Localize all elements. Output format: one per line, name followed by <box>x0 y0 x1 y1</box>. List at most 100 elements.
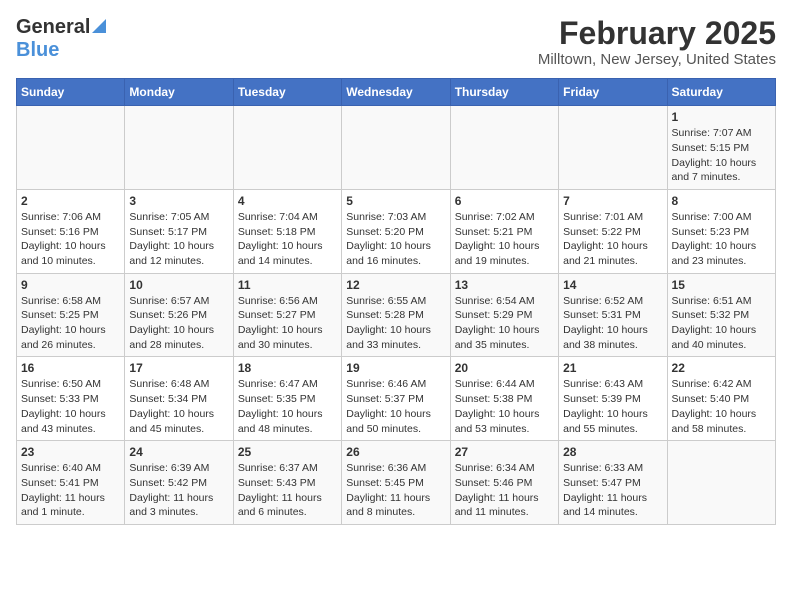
day-number: 3 <box>129 194 228 208</box>
day-number: 2 <box>21 194 120 208</box>
column-header-sunday: Sunday <box>17 79 125 106</box>
day-number: 26 <box>346 445 445 459</box>
calendar-cell: 21Sunrise: 6:43 AM Sunset: 5:39 PM Dayli… <box>559 357 667 441</box>
day-info: Sunrise: 7:00 AM Sunset: 5:23 PM Dayligh… <box>672 210 771 269</box>
calendar-week-5: 23 Sunrise: 6:40 AM Sunset: 5:41 PM Dayli… <box>17 441 776 525</box>
day-info: Sunrise: 6:44 AM Sunset: 5:38 PM Dayligh… <box>455 377 554 436</box>
calendar-cell: 12 Sunrise: 6:55 AM Sunset: 5:28 PM Dayli… <box>342 273 450 357</box>
calendar-table: SundayMondayTuesdayWednesdayThursdayFrid… <box>16 78 776 525</box>
day-number: 25 <box>238 445 337 459</box>
day-info: Sunrise: 7:03 AM Sunset: 5:20 PM Dayligh… <box>346 210 445 269</box>
calendar-cell: 18Sunrise: 6:47 AM Sunset: 5:35 PM Dayli… <box>233 357 341 441</box>
day-info: Sunrise: 6:34 AM Sunset: 5:46 PM Dayligh… <box>455 461 554 520</box>
day-number: 9 <box>21 278 120 292</box>
column-header-wednesday: Wednesday <box>342 79 450 106</box>
calendar-cell: 26 Sunrise: 6:36 AM Sunset: 5:45 PM Dayli… <box>342 441 450 525</box>
column-header-tuesday: Tuesday <box>233 79 341 106</box>
calendar-cell: 20 Sunrise: 6:44 AM Sunset: 5:38 PM Dayli… <box>450 357 558 441</box>
calendar-cell: 10Sunrise: 6:57 AM Sunset: 5:26 PM Dayli… <box>125 273 233 357</box>
day-number: 6 <box>455 194 554 208</box>
day-info: Sunrise: 7:07 AM Sunset: 5:15 PM Dayligh… <box>672 126 771 185</box>
day-number: 19 <box>346 361 445 375</box>
calendar-cell: 7 Sunrise: 7:01 AM Sunset: 5:22 PM Daylig… <box>559 189 667 273</box>
day-info: Sunrise: 7:02 AM Sunset: 5:21 PM Dayligh… <box>455 210 554 269</box>
day-info: Sunrise: 6:46 AM Sunset: 5:37 PM Dayligh… <box>346 377 445 436</box>
calendar-cell: 1Sunrise: 7:07 AM Sunset: 5:15 PM Daylig… <box>667 106 775 190</box>
day-number: 14 <box>563 278 662 292</box>
day-info: Sunrise: 6:40 AM Sunset: 5:41 PM Dayligh… <box>21 461 120 520</box>
day-info: Sunrise: 6:51 AM Sunset: 5:32 PM Dayligh… <box>672 294 771 353</box>
day-info: Sunrise: 6:54 AM Sunset: 5:29 PM Dayligh… <box>455 294 554 353</box>
column-header-monday: Monday <box>125 79 233 106</box>
day-info: Sunrise: 6:52 AM Sunset: 5:31 PM Dayligh… <box>563 294 662 353</box>
calendar-cell: 5 Sunrise: 7:03 AM Sunset: 5:20 PM Daylig… <box>342 189 450 273</box>
calendar-cell: 22 Sunrise: 6:42 AM Sunset: 5:40 PM Dayli… <box>667 357 775 441</box>
day-number: 15 <box>672 278 771 292</box>
calendar-cell: 25 Sunrise: 6:37 AM Sunset: 5:43 PM Dayli… <box>233 441 341 525</box>
calendar-cell: 3 Sunrise: 7:05 AM Sunset: 5:17 PM Daylig… <box>125 189 233 273</box>
logo-triangle-icon <box>92 19 106 38</box>
logo: General Blue <box>16 16 106 62</box>
calendar-cell <box>667 441 775 525</box>
calendar-cell <box>559 106 667 190</box>
day-info: Sunrise: 6:56 AM Sunset: 5:27 PM Dayligh… <box>238 294 337 353</box>
day-info: Sunrise: 7:01 AM Sunset: 5:22 PM Dayligh… <box>563 210 662 269</box>
title-block: February 2025 Milltown, New Jersey, Unit… <box>538 16 776 68</box>
page-header: General Blue February 2025 Milltown, New… <box>16 16 776 68</box>
day-info: Sunrise: 7:05 AM Sunset: 5:17 PM Dayligh… <box>129 210 228 269</box>
day-info: Sunrise: 7:06 AM Sunset: 5:16 PM Dayligh… <box>21 210 120 269</box>
calendar-cell: 4 Sunrise: 7:04 AM Sunset: 5:18 PM Daylig… <box>233 189 341 273</box>
day-number: 21 <box>563 361 662 375</box>
calendar-cell: 9 Sunrise: 6:58 AM Sunset: 5:25 PM Daylig… <box>17 273 125 357</box>
day-info: Sunrise: 6:48 AM Sunset: 5:34 PM Dayligh… <box>129 377 228 436</box>
calendar-week-3: 9 Sunrise: 6:58 AM Sunset: 5:25 PM Daylig… <box>17 273 776 357</box>
calendar-week-2: 2 Sunrise: 7:06 AM Sunset: 5:16 PM Daylig… <box>17 189 776 273</box>
day-info: Sunrise: 6:42 AM Sunset: 5:40 PM Dayligh… <box>672 377 771 436</box>
calendar-cell <box>342 106 450 190</box>
day-number: 20 <box>455 361 554 375</box>
calendar-header-row: SundayMondayTuesdayWednesdayThursdayFrid… <box>17 79 776 106</box>
day-number: 4 <box>238 194 337 208</box>
day-number: 7 <box>563 194 662 208</box>
calendar-cell: 16 Sunrise: 6:50 AM Sunset: 5:33 PM Dayli… <box>17 357 125 441</box>
day-info: Sunrise: 6:55 AM Sunset: 5:28 PM Dayligh… <box>346 294 445 353</box>
day-number: 23 <box>21 445 120 459</box>
calendar-cell: 28 Sunrise: 6:33 AM Sunset: 5:47 PM Dayli… <box>559 441 667 525</box>
day-info: Sunrise: 6:36 AM Sunset: 5:45 PM Dayligh… <box>346 461 445 520</box>
page-subtitle: Milltown, New Jersey, United States <box>538 51 776 68</box>
calendar-cell <box>233 106 341 190</box>
day-info: Sunrise: 6:33 AM Sunset: 5:47 PM Dayligh… <box>563 461 662 520</box>
day-number: 28 <box>563 445 662 459</box>
calendar-cell: 11Sunrise: 6:56 AM Sunset: 5:27 PM Dayli… <box>233 273 341 357</box>
day-info: Sunrise: 6:58 AM Sunset: 5:25 PM Dayligh… <box>21 294 120 353</box>
day-number: 24 <box>129 445 228 459</box>
day-number: 12 <box>346 278 445 292</box>
day-number: 16 <box>21 361 120 375</box>
logo-general-text: General <box>16 16 90 39</box>
day-info: Sunrise: 6:39 AM Sunset: 5:42 PM Dayligh… <box>129 461 228 520</box>
day-number: 5 <box>346 194 445 208</box>
day-number: 17 <box>129 361 228 375</box>
day-number: 13 <box>455 278 554 292</box>
day-number: 8 <box>672 194 771 208</box>
day-number: 27 <box>455 445 554 459</box>
calendar-cell <box>450 106 558 190</box>
calendar-cell: 13 Sunrise: 6:54 AM Sunset: 5:29 PM Dayli… <box>450 273 558 357</box>
calendar-cell <box>17 106 125 190</box>
day-info: Sunrise: 6:37 AM Sunset: 5:43 PM Dayligh… <box>238 461 337 520</box>
calendar-week-4: 16 Sunrise: 6:50 AM Sunset: 5:33 PM Dayli… <box>17 357 776 441</box>
calendar-cell: 6 Sunrise: 7:02 AM Sunset: 5:21 PM Daylig… <box>450 189 558 273</box>
logo-blue-text: Blue <box>16 39 59 61</box>
day-number: 22 <box>672 361 771 375</box>
column-header-thursday: Thursday <box>450 79 558 106</box>
calendar-cell: 27 Sunrise: 6:34 AM Sunset: 5:46 PM Dayli… <box>450 441 558 525</box>
column-header-friday: Friday <box>559 79 667 106</box>
calendar-cell <box>125 106 233 190</box>
day-number: 10 <box>129 278 228 292</box>
day-info: Sunrise: 6:47 AM Sunset: 5:35 PM Dayligh… <box>238 377 337 436</box>
day-info: Sunrise: 6:50 AM Sunset: 5:33 PM Dayligh… <box>21 377 120 436</box>
calendar-cell: 17 Sunrise: 6:48 AM Sunset: 5:34 PM Dayli… <box>125 357 233 441</box>
calendar-cell: 19 Sunrise: 6:46 AM Sunset: 5:37 PM Dayli… <box>342 357 450 441</box>
calendar-cell: 14 Sunrise: 6:52 AM Sunset: 5:31 PM Dayli… <box>559 273 667 357</box>
day-info: Sunrise: 7:04 AM Sunset: 5:18 PM Dayligh… <box>238 210 337 269</box>
